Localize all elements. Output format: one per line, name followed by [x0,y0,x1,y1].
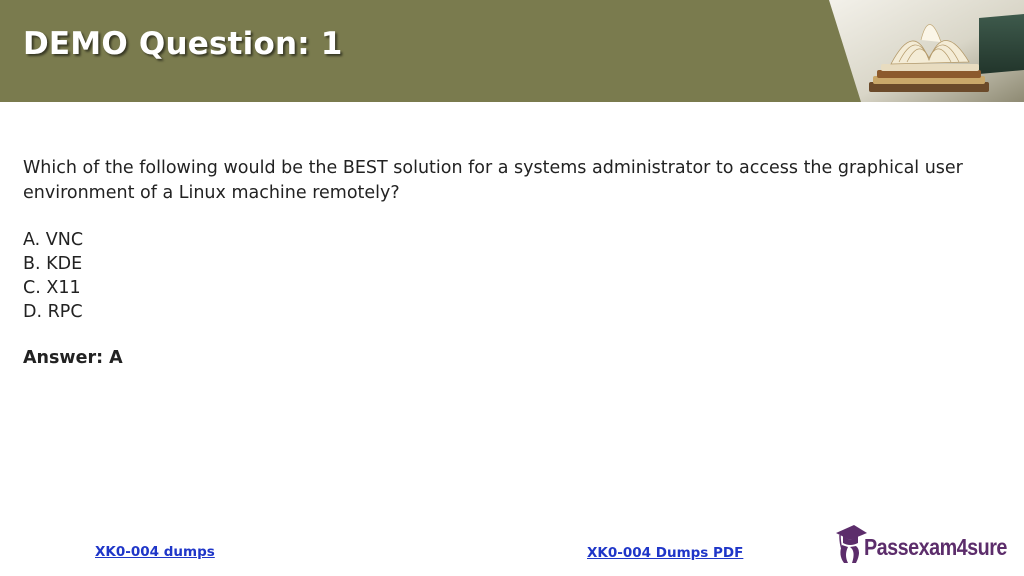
correct-answer: Answer: A [23,348,123,368]
books-image [829,0,1024,102]
header-banner: DEMO Question: 1 [0,0,1024,102]
option-b: B. KDE [23,254,83,274]
option-c: C. X11 [23,278,81,298]
question-text: Which of the following would be the BEST… [23,158,963,203]
logo-wordmark: Passexam4sure [864,534,1007,560]
passexam4sure-logo: Passexam4sure [834,521,1020,567]
slide-title: DEMO Question: 1 [23,26,343,62]
dumps-link[interactable]: XK0-004 dumps [95,544,215,560]
graduation-cap-icon [836,525,867,563]
answer-options-list: A. VNC B. KDE C. X11 D. RPC [23,228,83,324]
option-d: D. RPC [23,302,83,322]
dumps-pdf-link[interactable]: XK0-004 Dumps PDF [587,545,743,561]
option-a: A. VNC [23,230,84,250]
